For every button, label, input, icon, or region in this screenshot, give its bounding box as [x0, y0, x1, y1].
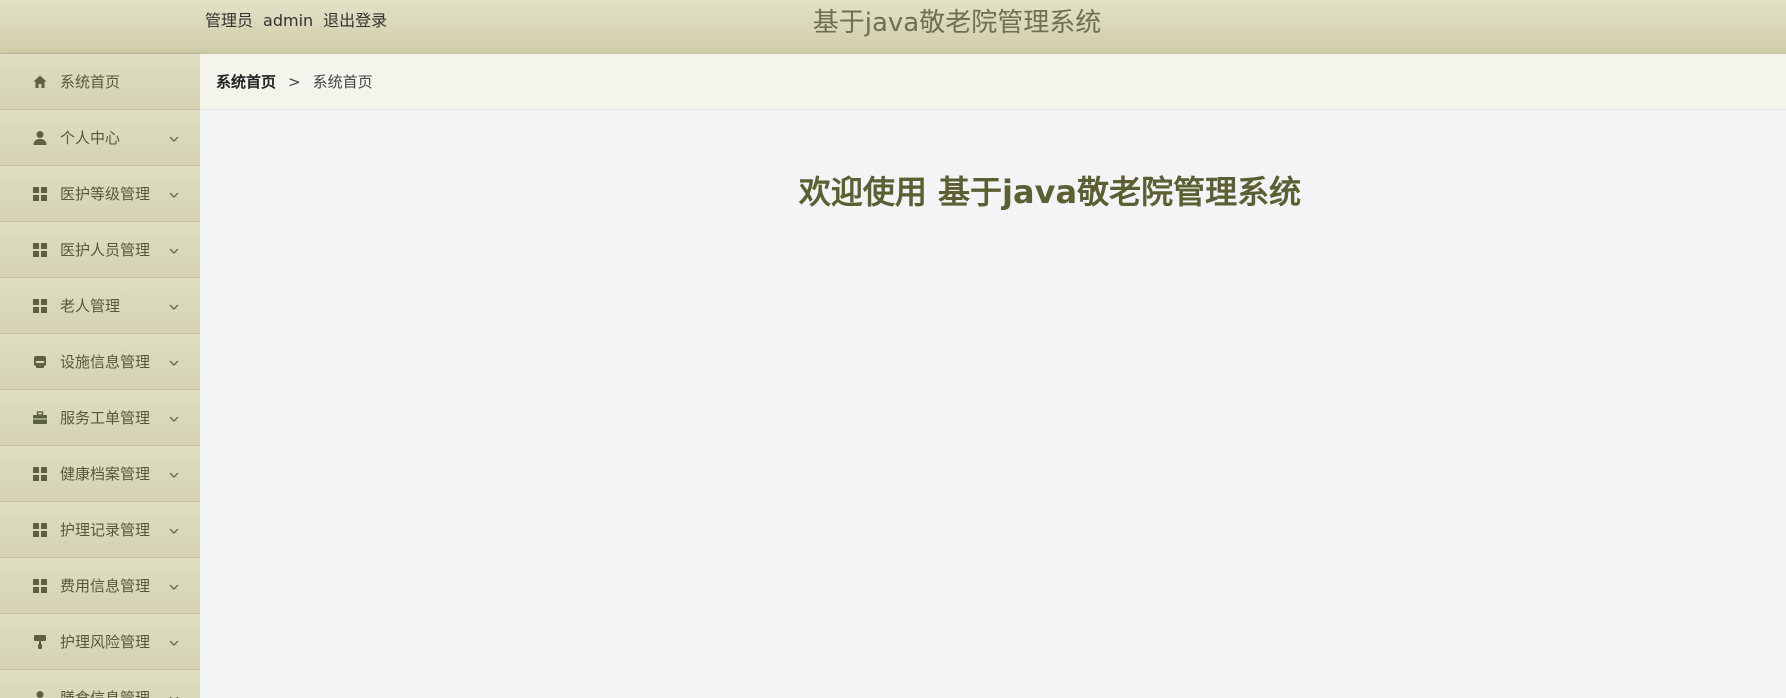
briefcase-icon [32, 410, 48, 426]
sidebar-item-label: 老人管理 [60, 297, 121, 315]
sidebar-item-label: 服务工单管理 [60, 409, 151, 427]
sidebar-item-label: 设施信息管理 [60, 353, 151, 371]
logout-link[interactable]: 退出登录 [323, 11, 387, 30]
chevron-down-icon [168, 241, 180, 254]
user-icon [32, 130, 48, 146]
sidebar-item-label: 费用信息管理 [60, 577, 151, 595]
sidebar-item-home[interactable]: 系统首页 [0, 54, 200, 110]
main-content: 系统首页 > 系统首页 欢迎使用 基于java敬老院管理系统 [200, 54, 1786, 698]
inbox-icon [32, 354, 48, 370]
user-icon [32, 690, 48, 698]
chevron-down-icon [168, 409, 180, 422]
grid-icon [32, 242, 48, 258]
sidebar-item-label: 护理记录管理 [60, 521, 151, 539]
paint-roller-icon [32, 634, 48, 650]
username: admin [263, 11, 314, 30]
grid-icon [32, 522, 48, 538]
sidebar-item-service-orders[interactable]: 服务工单管理 [0, 390, 200, 446]
sidebar-item-label: 护理风险管理 [60, 633, 151, 651]
top-header: 管理员 admin 退出登录 基于java敬老院管理系统 [0, 0, 1786, 54]
sidebar-menu: 系统首页 个人中心 医护等级管理 医护人员管理 老人管理 设施信息管理 服务工单… [0, 54, 200, 698]
chevron-down-icon [168, 633, 180, 646]
breadcrumb-current: 系统首页 [312, 73, 373, 91]
chevron-down-icon [168, 521, 180, 534]
sidebar-item-care-staff[interactable]: 医护人员管理 [0, 222, 200, 278]
grid-icon [32, 186, 48, 202]
chevron-down-icon [168, 689, 180, 698]
home-icon [32, 74, 48, 90]
breadcrumb: 系统首页 > 系统首页 [216, 71, 373, 93]
sidebar-item-care-records[interactable]: 护理记录管理 [0, 502, 200, 558]
breadcrumb-separator: > [288, 73, 301, 91]
breadcrumb-bar: 系统首页 > 系统首页 [200, 54, 1786, 110]
app-title: 基于java敬老院管理系统 [812, 8, 1102, 38]
grid-icon [32, 466, 48, 482]
sidebar-item-label: 健康档案管理 [60, 465, 151, 483]
sidebar-item-label: 系统首页 [60, 73, 121, 91]
chevron-down-icon [168, 129, 180, 142]
sidebar-item-meals[interactable]: 膳食信息管理 [0, 670, 200, 698]
sidebar-item-label: 医护等级管理 [60, 185, 151, 203]
sidebar-item-label: 个人中心 [60, 129, 121, 147]
welcome-heading: 欢迎使用 基于java敬老院管理系统 [798, 173, 1302, 211]
role-label: 管理员 [205, 11, 254, 30]
sidebar-item-care-level[interactable]: 医护等级管理 [0, 166, 200, 222]
sidebar-item-elderly[interactable]: 老人管理 [0, 278, 200, 334]
sidebar-item-label: 医护人员管理 [60, 241, 151, 259]
chevron-down-icon [168, 577, 180, 590]
chevron-down-icon [168, 185, 180, 198]
grid-icon [32, 578, 48, 594]
sidebar-item-care-risk[interactable]: 护理风险管理 [0, 614, 200, 670]
breadcrumb-home-link[interactable]: 系统首页 [216, 73, 276, 91]
user-area: 管理员 admin 退出登录 [205, 10, 397, 32]
sidebar-item-label: 膳食信息管理 [60, 689, 151, 698]
chevron-down-icon [168, 465, 180, 478]
chevron-down-icon [168, 297, 180, 310]
grid-icon [32, 298, 48, 314]
sidebar-item-fees[interactable]: 费用信息管理 [0, 558, 200, 614]
sidebar-item-health-records[interactable]: 健康档案管理 [0, 446, 200, 502]
sidebar-item-facilities[interactable]: 设施信息管理 [0, 334, 200, 390]
sidebar-item-personal-center[interactable]: 个人中心 [0, 110, 200, 166]
chevron-down-icon [168, 353, 180, 366]
